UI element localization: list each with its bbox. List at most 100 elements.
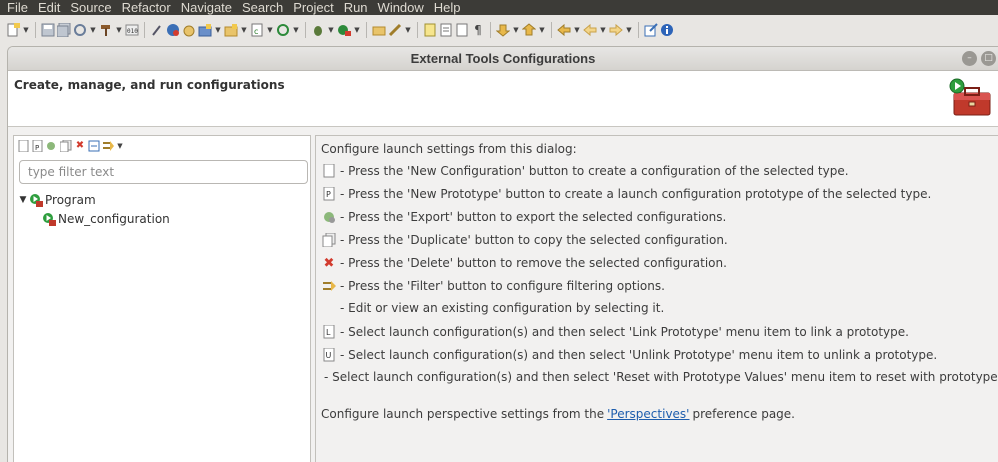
dropdown-icon[interactable]: ▼: [266, 23, 274, 37]
dropdown-icon[interactable]: ▼: [538, 23, 546, 37]
menu-navigate[interactable]: Navigate: [176, 0, 237, 15]
help-line: - Select launch configuration(s) and the…: [324, 370, 998, 384]
next-annotation-icon[interactable]: [496, 23, 510, 37]
help-line: - Press the 'New Configuration' button t…: [321, 163, 849, 179]
duplicate-icon[interactable]: [60, 140, 72, 152]
block-select-icon[interactable]: [455, 23, 469, 37]
binary-icon[interactable]: 010: [125, 23, 139, 37]
print-icon[interactable]: [73, 23, 87, 37]
toolbar-separator: [417, 22, 418, 38]
dropdown-icon[interactable]: ▼: [573, 23, 581, 37]
dropdown-icon[interactable]: ▼: [625, 23, 633, 37]
help-line-text: - Press the 'New Configuration' button t…: [340, 164, 849, 178]
tree-item-new-configuration[interactable]: New_configuration: [18, 209, 170, 228]
annotation-icon[interactable]: [423, 23, 437, 37]
help-line: ✖ - Press the 'Delete' button to remove …: [321, 255, 727, 271]
svg-text:010: 010: [127, 28, 138, 35]
open-task-icon[interactable]: [388, 23, 402, 37]
dropdown-icon[interactable]: ▼: [214, 23, 222, 37]
tree-item-label: Program: [45, 192, 96, 207]
build-hammer-icon[interactable]: [99, 23, 113, 37]
menu-source[interactable]: Source: [65, 0, 116, 15]
menu-search[interactable]: Search: [237, 0, 288, 15]
help-line: - Press the 'Duplicate' button to copy t…: [321, 232, 728, 248]
perspective-line: Configure launch perspective settings fr…: [321, 407, 795, 421]
help-line-text: - Select launch configuration(s) and the…: [340, 325, 909, 339]
save-all-icon[interactable]: [57, 23, 71, 37]
help-line-text: - Press the 'Filter' button to configure…: [340, 279, 665, 293]
dropdown-icon[interactable]: ▼: [89, 23, 97, 37]
duplicate-icon: [321, 232, 337, 248]
dropdown-icon[interactable]: ▼: [512, 23, 520, 37]
dropdown-icon[interactable]: ▼: [353, 23, 361, 37]
pilcrow-icon[interactable]: ¶: [471, 23, 485, 37]
debug-bug-icon[interactable]: [311, 23, 325, 37]
export-icon[interactable]: [46, 140, 58, 152]
dialog-titlebar: External Tools Configurations – □: [8, 47, 998, 71]
menu-refactor[interactable]: Refactor: [117, 0, 176, 15]
tree-item-program[interactable]: ▼ Program: [18, 190, 170, 209]
menu-file[interactable]: File: [2, 0, 33, 15]
pin-icon[interactable]: [150, 23, 164, 37]
pin-editor-icon[interactable]: [644, 23, 658, 37]
dialog-title: External Tools Configurations: [410, 51, 596, 66]
help-line: - Press the 'Export' button to export th…: [321, 209, 726, 225]
dropdown-icon[interactable]: ▼: [240, 23, 248, 37]
help-line-text: - Press the 'Delete' button to remove th…: [340, 256, 727, 270]
new-prototype-icon: P: [321, 186, 337, 202]
debug-globe-icon[interactable]: [166, 23, 180, 37]
expand-triangle-icon[interactable]: ▼: [18, 195, 28, 205]
toolbar-separator: [366, 22, 367, 38]
toolbar-separator: [144, 22, 145, 38]
new-class-icon[interactable]: c: [250, 23, 264, 37]
menu-project[interactable]: Project: [288, 0, 338, 15]
help-line-text: - Edit or view an existing configuration…: [340, 301, 665, 315]
maximize-icon[interactable]: □: [981, 51, 996, 66]
run-external-tool-icon[interactable]: [337, 23, 351, 37]
help-panel: Configure launch settings from this dial…: [315, 135, 998, 462]
dropdown-icon[interactable]: ▼: [292, 23, 300, 37]
dropdown-icon[interactable]: ▼: [327, 23, 335, 37]
minimize-icon[interactable]: –: [962, 51, 977, 66]
dropdown-icon[interactable]: ▼: [404, 23, 412, 37]
last-edit-icon[interactable]: [557, 23, 571, 37]
menu-run[interactable]: Run: [339, 0, 373, 15]
new-dropdown-icon[interactable]: ▼: [22, 23, 30, 37]
filter-icon: [321, 278, 337, 294]
save-icon[interactable]: [41, 23, 55, 37]
toggle-mark-icon[interactable]: [439, 23, 453, 37]
back-icon[interactable]: [583, 23, 597, 37]
clean-icon[interactable]: [182, 23, 196, 37]
dropdown-icon[interactable]: ▼: [115, 23, 123, 37]
menu-edit[interactable]: Edit: [33, 0, 65, 15]
dialog-header-text: Create, manage, and run configurations: [14, 78, 285, 92]
open-type-icon[interactable]: [372, 23, 386, 37]
configurations-panel: P ✖ ▼ ▼ Program New_configuration: [13, 135, 311, 462]
view-menu-dropdown-icon[interactable]: ▼: [116, 139, 124, 153]
refresh-icon[interactable]: [276, 23, 290, 37]
info-icon[interactable]: [660, 23, 674, 37]
svg-text:U: U: [326, 351, 332, 360]
new-folder-icon[interactable]: [224, 23, 238, 37]
prev-annotation-icon[interactable]: [522, 23, 536, 37]
collapse-all-icon[interactable]: [88, 140, 100, 152]
svg-text:c: c: [254, 27, 258, 36]
new-configuration-icon[interactable]: [18, 140, 30, 152]
dialog-header: Create, manage, and run configurations: [8, 71, 998, 127]
new-prototype-icon[interactable]: P: [32, 140, 44, 152]
menu-window[interactable]: Window: [373, 0, 429, 15]
perspectives-link[interactable]: 'Perspectives': [607, 407, 689, 421]
help-line: U - Select launch configuration(s) and t…: [321, 347, 937, 363]
configuration-tree: ▼ Program New_configuration: [18, 190, 170, 228]
new-icon[interactable]: [6, 23, 20, 37]
link-prototype-icon: L: [321, 324, 337, 340]
forward-icon[interactable]: [609, 23, 623, 37]
filter-icon[interactable]: [102, 140, 114, 152]
delete-icon[interactable]: ✖: [74, 140, 86, 152]
dropdown-icon[interactable]: ▼: [599, 23, 607, 37]
unlink-prototype-icon: U: [321, 347, 337, 363]
new-project-icon[interactable]: [198, 23, 212, 37]
filter-input[interactable]: [19, 160, 308, 184]
help-line: - Press the 'Filter' button to configure…: [321, 278, 665, 294]
menu-help[interactable]: Help: [429, 0, 466, 15]
